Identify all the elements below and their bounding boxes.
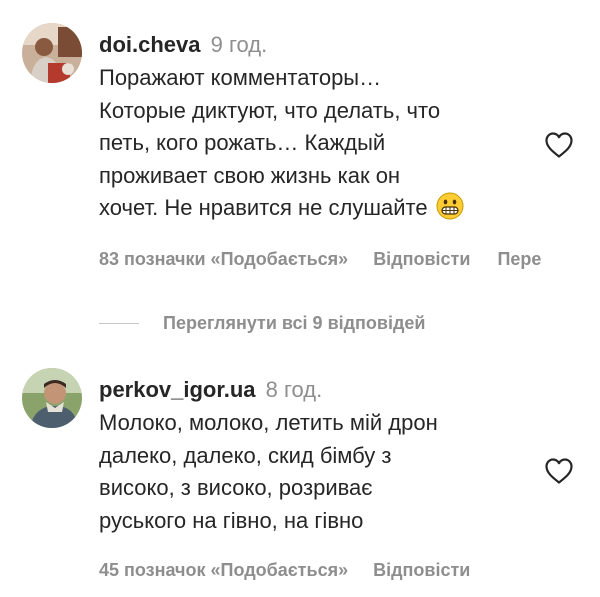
view-replies-label: Переглянути всі 9 відповідей	[163, 312, 426, 333]
comment-actions: 45 позначок «Подобається» Відповісти	[99, 559, 470, 581]
timestamp[interactable]: 8 год.	[266, 377, 323, 402]
username-link[interactable]: doi.cheva	[99, 32, 200, 57]
comment-text: Молоко, молоко, летить мій дрон далеко, …	[99, 410, 438, 533]
comment-header: doi.cheva 9 год.	[99, 31, 600, 59]
avatar[interactable]	[22, 23, 82, 83]
comment-text-content: Поражают комментаторы… Которые диктуют, …	[99, 65, 441, 220]
heart-outline-icon[interactable]	[544, 457, 574, 485]
comment-actions: 83 позначки «Подобається» Відповісти Пер…	[99, 248, 541, 270]
likes-count[interactable]: 83 позначки «Подобається»	[99, 248, 348, 270]
comment-item: doi.cheva 9 год. Поражают комментаторы… …	[0, 0, 600, 300]
view-replies-divider	[99, 322, 139, 324]
comment-text: Поражают комментаторы… Которые диктуют, …	[99, 62, 600, 230]
comments-list: doi.cheva 9 год. Поражают комментаторы… …	[0, 0, 600, 597]
comment-item: perkov_igor.ua 8 год. Молоко, молоко, ле…	[0, 350, 600, 597]
comment-body: perkov_igor.ua 8 год. Молоко, молоко, ле…	[99, 376, 600, 537]
timestamp[interactable]: 9 год.	[211, 32, 268, 57]
avatar-image	[22, 23, 82, 83]
comment-body: doi.cheva 9 год. Поражают комментаторы… …	[99, 31, 600, 230]
reply-button[interactable]: Відповісти	[373, 559, 470, 581]
avatar[interactable]	[22, 368, 82, 428]
heart-outline-icon[interactable]	[544, 131, 574, 159]
reply-button[interactable]: Відповісти	[373, 248, 470, 270]
comment-header: perkov_igor.ua 8 год.	[99, 376, 600, 404]
likes-count[interactable]: 45 позначок «Подобається»	[99, 559, 348, 581]
grimacing-face-emoji	[436, 192, 464, 230]
more-button[interactable]: Пере	[497, 248, 541, 270]
avatar-image	[22, 368, 82, 428]
view-replies-button[interactable]: Переглянути всі 9 відповідей	[99, 310, 426, 336]
username-link[interactable]: perkov_igor.ua	[99, 377, 256, 402]
